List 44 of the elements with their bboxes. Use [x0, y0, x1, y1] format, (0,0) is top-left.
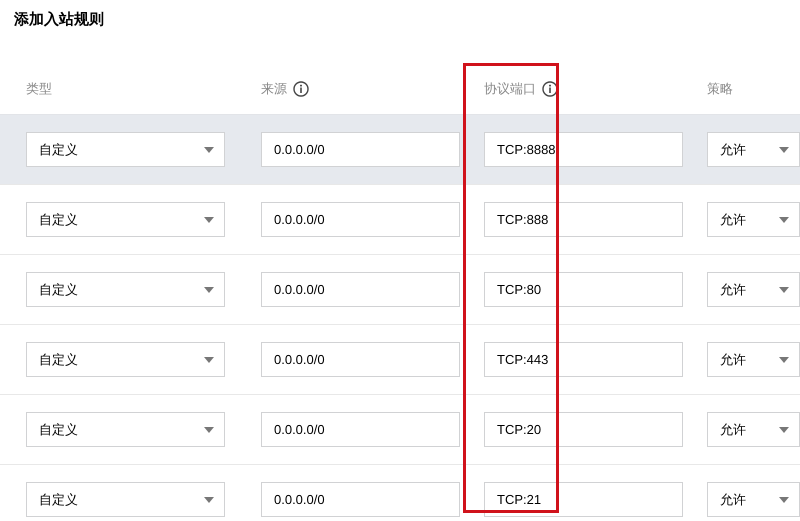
- caret-icon: [204, 286, 214, 292]
- caret-icon: [204, 426, 214, 432]
- policy-select[interactable]: 允许: [707, 482, 800, 517]
- port-field[interactable]: TCP:21: [484, 482, 683, 517]
- caret-icon: [204, 496, 214, 502]
- caret-icon: [204, 356, 214, 362]
- caret-icon: [204, 216, 214, 222]
- source-field[interactable]: 0.0.0.0/0: [261, 272, 460, 307]
- info-icon[interactable]: [542, 81, 558, 97]
- port-field[interactable]: TCP:8888: [484, 132, 683, 167]
- caret-icon: [779, 286, 789, 292]
- policy-select[interactable]: 允许: [707, 412, 800, 447]
- source-field[interactable]: 0.0.0.0/0: [261, 132, 460, 167]
- policy-select[interactable]: 允许: [707, 202, 800, 237]
- type-select[interactable]: 自定义: [26, 272, 225, 307]
- type-select[interactable]: 自定义: [26, 482, 225, 517]
- caret-icon: [779, 216, 789, 222]
- port-field[interactable]: TCP:20: [484, 412, 683, 447]
- column-header: 来源: [261, 80, 287, 98]
- source-field[interactable]: 0.0.0.0/0: [261, 412, 460, 447]
- info-icon[interactable]: [293, 81, 309, 97]
- column-header: 类型: [26, 80, 52, 98]
- page-title: 添加入站规则: [13, 10, 105, 30]
- caret-icon: [779, 356, 789, 362]
- source-field[interactable]: 0.0.0.0/0: [261, 482, 460, 517]
- source-field[interactable]: 0.0.0.0/0: [261, 202, 460, 237]
- type-select[interactable]: 自定义: [26, 342, 225, 377]
- source-field[interactable]: 0.0.0.0/0: [261, 342, 460, 377]
- caret-icon: [779, 496, 789, 502]
- policy-select[interactable]: 允许: [707, 272, 800, 307]
- port-field[interactable]: TCP:443: [484, 342, 683, 377]
- policy-select[interactable]: 允许: [707, 342, 800, 377]
- column-header: 协议端口: [484, 80, 536, 98]
- port-field[interactable]: TCP:888: [484, 202, 683, 237]
- type-select[interactable]: 自定义: [26, 132, 225, 167]
- caret-icon: [779, 426, 789, 432]
- type-select[interactable]: 自定义: [26, 412, 225, 447]
- rule-row[interactable]: 自定义 0.0.0.0/0 TCP:8888 允许: [0, 115, 800, 185]
- policy-select[interactable]: 允许: [707, 132, 800, 167]
- port-field[interactable]: TCP:80: [484, 272, 683, 307]
- caret-icon: [204, 146, 214, 152]
- column-header: 策略: [707, 80, 733, 98]
- caret-icon: [779, 146, 789, 152]
- type-select[interactable]: 自定义: [26, 202, 225, 237]
